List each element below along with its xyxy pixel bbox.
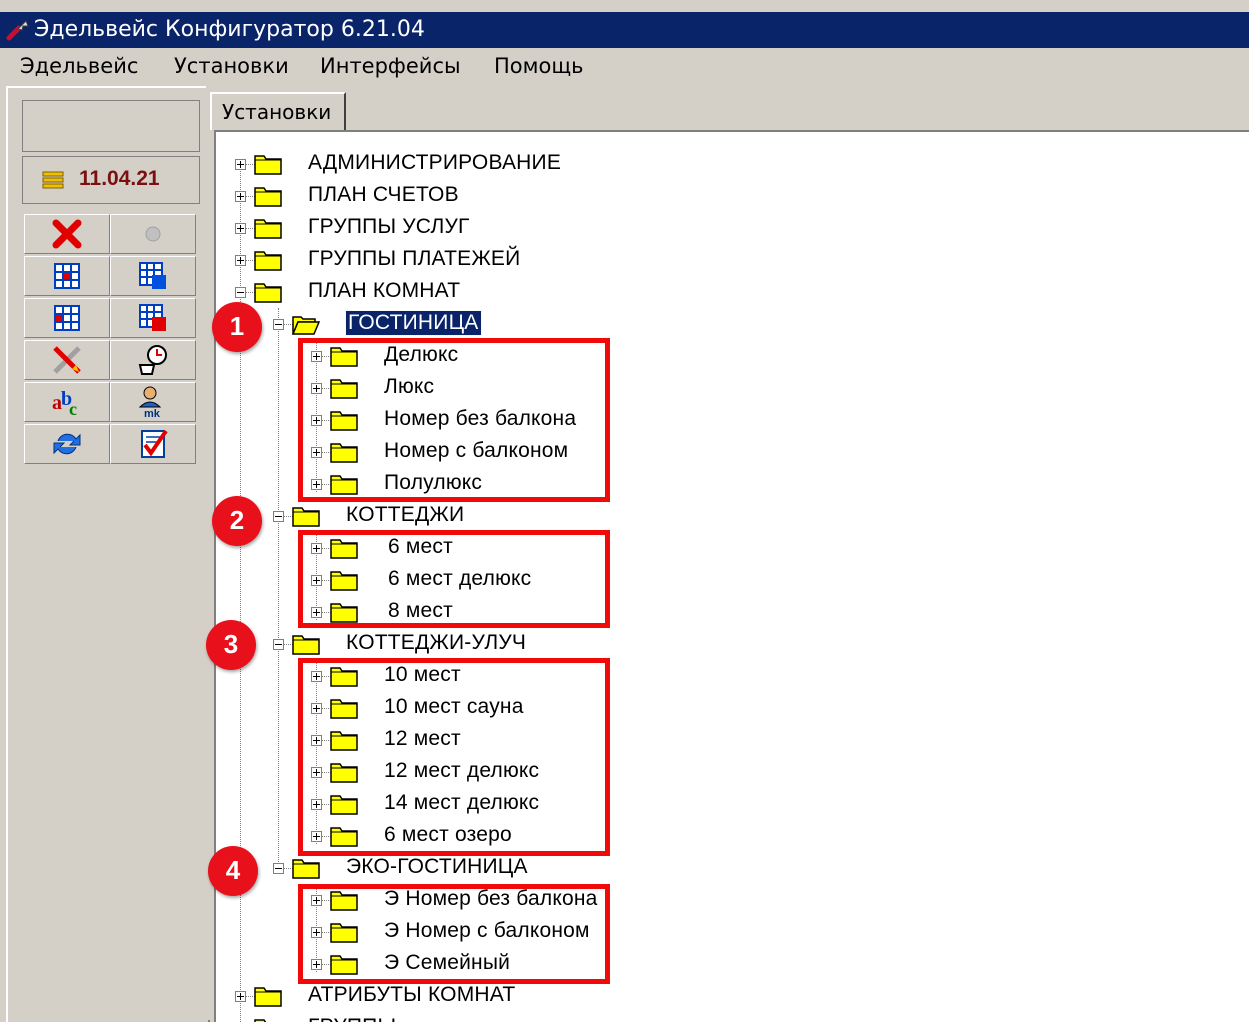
coffee-clock-icon <box>138 345 167 375</box>
record-icon <box>145 226 161 242</box>
expand-icon[interactable] <box>235 223 246 234</box>
tree-node-label[interactable]: КОТТЕДЖИ <box>346 503 464 527</box>
tree-node-label[interactable]: АДМИНИСТРИРОВАНИЕ <box>308 151 561 175</box>
abc-icon: a bc <box>52 388 77 419</box>
menu-help[interactable]: Помощь <box>494 54 584 78</box>
collapse-icon[interactable] <box>273 863 284 874</box>
menu-bar: Эдельвейс Установки Интерфейсы Помощь <box>0 48 1249 86</box>
abc-button[interactable]: abc <box>24 382 110 422</box>
grid-add-icon <box>139 262 166 289</box>
coins-icon <box>42 171 64 189</box>
tree-connector-line <box>278 308 279 872</box>
grid-delete-icon <box>139 304 166 331</box>
menu-interfaces[interactable]: Интерфейсы <box>320 54 461 78</box>
collapse-icon[interactable] <box>235 287 246 298</box>
badge-1: 1 <box>212 302 262 352</box>
user-mk-icon: mk <box>138 386 162 419</box>
folder-icon <box>254 155 282 175</box>
tree-node-label[interactable]: ПЛАН СЧЕТОВ <box>308 183 459 207</box>
folder-icon <box>254 987 282 1007</box>
grid-red-icon <box>54 305 80 331</box>
wrench-app-icon <box>6 20 29 41</box>
title-bar: Эдельвейс Конфигуратор 6.21.04 <box>0 12 1249 48</box>
tree-node-label[interactable]: КОТТЕДЖИ-УЛУЧ <box>346 631 526 655</box>
tree-node-label[interactable]: ГРУППЫ УСЛУГ <box>308 215 470 239</box>
delete-icon <box>52 219 82 249</box>
menu-settings[interactable]: Установки <box>174 54 289 78</box>
highlight-box-3 <box>298 658 610 856</box>
expand-icon[interactable] <box>235 991 246 1002</box>
record-button[interactable] <box>110 214 196 254</box>
checklist-icon <box>141 429 168 458</box>
tree-node-label[interactable]: ГРУППЫ <box>308 1015 396 1022</box>
badge-4: 4 <box>208 846 258 896</box>
folder-icon <box>254 1019 267 1022</box>
tools-icon <box>53 346 81 374</box>
highlight-box-1 <box>298 338 610 502</box>
delete-button[interactable] <box>24 214 110 254</box>
menu-edelweiss[interactable]: Эдельвейс <box>20 54 138 78</box>
tab-settings-label: Установки <box>222 100 332 124</box>
tree-node-label[interactable]: ЭКО-ГОСТИНИЦА <box>346 855 528 879</box>
refresh-icon <box>53 433 81 455</box>
folder-icon <box>254 187 282 207</box>
status-box <box>22 100 200 152</box>
grid-icon <box>54 263 80 289</box>
collapse-icon[interactable] <box>273 319 284 330</box>
folder-icon <box>254 283 282 303</box>
user-mk-button[interactable]: mk <box>110 382 196 422</box>
window-title: Эдельвейс Конфигуратор 6.21.04 <box>34 17 425 42</box>
grid-add-button[interactable] <box>110 256 196 296</box>
folder-icon <box>292 859 320 879</box>
folder-icon <box>292 507 320 527</box>
collapse-icon[interactable] <box>273 511 284 522</box>
tree-node-label[interactable]: АТРИБУТЫ КОМНАТ <box>308 983 515 1007</box>
tab-settings[interactable]: Установки <box>210 92 346 130</box>
schedule-button[interactable] <box>110 340 196 380</box>
grid-button[interactable] <box>24 256 110 296</box>
current-date: 11.04.21 <box>79 167 160 190</box>
expand-icon[interactable] <box>235 255 246 266</box>
tools-button[interactable] <box>24 340 110 380</box>
grid-delete-button[interactable] <box>110 298 196 338</box>
date-display: 11.04.21 <box>22 156 200 204</box>
tree-node-label[interactable]: ГРУППЫ ПЛАТЕЖЕЙ <box>308 247 520 271</box>
folder-icon <box>292 635 320 655</box>
svg-text:mk: mk <box>144 408 161 419</box>
refresh-button[interactable] <box>24 424 110 464</box>
collapse-icon[interactable] <box>273 639 284 650</box>
folder-open-icon <box>292 316 320 335</box>
highlight-box-4 <box>298 884 610 984</box>
highlight-box-2 <box>298 530 610 628</box>
svg-text:c: c <box>69 399 77 419</box>
badge-2: 2 <box>212 496 262 546</box>
checklist-button[interactable] <box>110 424 196 464</box>
folder-icon <box>254 219 282 239</box>
expand-icon[interactable] <box>235 159 246 170</box>
badge-3: 3 <box>206 620 256 670</box>
grid-red-button[interactable] <box>24 298 110 338</box>
tree-node-label[interactable]: ПЛАН КОМНАТ <box>308 279 460 303</box>
expand-icon[interactable] <box>235 191 246 202</box>
folder-icon <box>254 251 282 271</box>
tree-node-label-selected[interactable]: ГОСТИНИЦА <box>345 310 482 336</box>
